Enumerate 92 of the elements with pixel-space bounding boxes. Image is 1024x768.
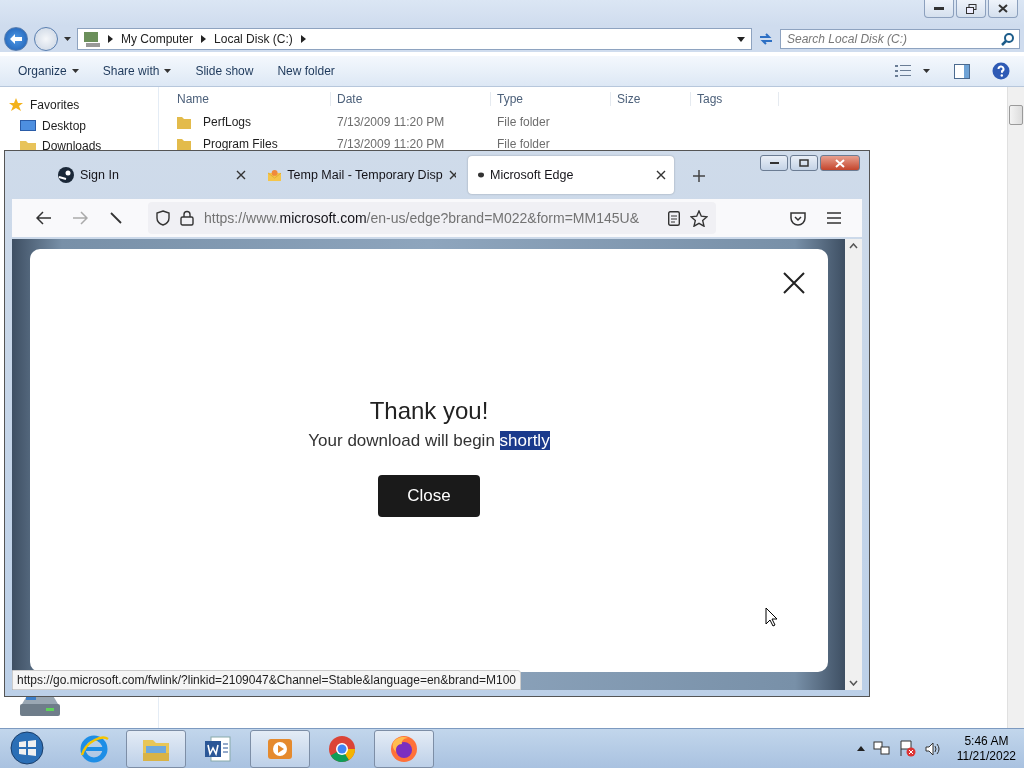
- document-icon: [205, 736, 231, 761]
- browser-tab[interactable]: Temp Mail - Temporary Disp: [258, 156, 464, 194]
- internet-explorer-icon: [80, 735, 109, 762]
- reader-view-icon[interactable]: [668, 210, 680, 226]
- star-icon: [8, 97, 24, 113]
- close-button[interactable]: Close: [378, 475, 480, 517]
- view-options-icon[interactable]: [895, 65, 911, 77]
- taskbar-app[interactable]: [374, 729, 434, 768]
- browser-tab[interactable]: Microsoft Edge: [468, 156, 674, 194]
- browser-tab[interactable]: Sign In: [48, 156, 254, 194]
- file-date: 7/13/2009 11:20 PM: [336, 115, 446, 129]
- mail-icon: [268, 167, 282, 183]
- lock-icon: [180, 210, 194, 226]
- nav-item[interactable]: Favorites: [8, 97, 158, 113]
- caret-icon[interactable]: [923, 69, 930, 73]
- chevron-icon: [201, 35, 207, 43]
- clock-date[interactable]: 11/21/2022: [956, 749, 1016, 763]
- status-url: https://go.microsoft.com/fwlink/?linkid=2109047&Channel=Stable&language=en&brand=M100: [12, 670, 521, 690]
- scroll-up-icon[interactable]: [849, 243, 858, 249]
- refresh-icon[interactable]: [758, 32, 774, 46]
- close-button[interactable]: [988, 0, 1018, 18]
- caret-icon[interactable]: [64, 37, 71, 41]
- scrollbar[interactable]: [1007, 87, 1024, 728]
- close-tab-icon[interactable]: [656, 170, 666, 180]
- column-header[interactable]: Type: [491, 92, 611, 106]
- search-field[interactable]: Search Local Disk (C:): [780, 29, 1020, 49]
- close-icon[interactable]: [782, 271, 806, 295]
- chevron-icon: [108, 35, 113, 43]
- chevron-icon: [300, 35, 306, 43]
- desktop-icon: [20, 119, 36, 133]
- caret-icon[interactable]: [737, 36, 745, 42]
- taskbar-app[interactable]: [250, 729, 310, 768]
- caret-icon: [71, 69, 79, 73]
- breadcrumb-item[interactable]: Local Disk (C:): [214, 32, 293, 46]
- file-name[interactable]: Program Files: [197, 137, 278, 151]
- close-button[interactable]: [820, 155, 860, 171]
- cursor-icon: [765, 607, 778, 627]
- minimize-icon: [769, 161, 779, 165]
- forward-button[interactable]: [34, 27, 58, 51]
- close-icon: [998, 4, 1008, 13]
- speaker-icon[interactable]: [924, 741, 941, 756]
- arrow-icon: [10, 34, 22, 44]
- back-button[interactable]: [4, 27, 28, 51]
- toolbar-button[interactable]: Organize: [8, 60, 89, 82]
- star-icon[interactable]: [690, 209, 708, 227]
- file-date: 7/13/2009 11:20 PM: [336, 137, 446, 151]
- restore-icon: [965, 3, 977, 14]
- restore-button[interactable]: [956, 0, 986, 18]
- column-header[interactable]: Date: [331, 92, 491, 106]
- play-icon: [268, 738, 292, 759]
- firefox-icon: [391, 735, 417, 762]
- caret-icon: [164, 69, 172, 73]
- file-type: File folder: [496, 137, 551, 151]
- computer-icon: [84, 31, 100, 47]
- address-bar[interactable]: My Computer Local Disk (C:): [77, 28, 752, 50]
- breadcrumb-item[interactable]: My Computer: [121, 32, 194, 46]
- flag-icon[interactable]: [898, 740, 917, 757]
- column-header[interactable]: Name: [171, 92, 331, 106]
- column-header[interactable]: Size: [611, 92, 691, 106]
- folder-icon: [177, 115, 191, 129]
- close-tab-icon[interactable]: [236, 170, 246, 180]
- toolbar-button[interactable]: Slide show: [185, 60, 264, 82]
- preview-pane-icon[interactable]: [954, 63, 970, 79]
- close-tab-icon[interactable]: [448, 170, 456, 180]
- search-icon[interactable]: [1001, 33, 1014, 46]
- dot-icon: [478, 172, 484, 178]
- close-icon: [835, 158, 845, 168]
- minimize-icon: [934, 6, 944, 11]
- toolbar-button[interactable]: New folder: [267, 60, 345, 82]
- scrollbar[interactable]: [845, 239, 862, 690]
- steam-icon: [58, 167, 74, 183]
- toolbar-button[interactable]: Share with: [92, 60, 182, 82]
- chrome-icon: [329, 735, 355, 762]
- minimize-button[interactable]: [760, 155, 788, 171]
- shield-icon: [156, 210, 170, 226]
- url-text: https://www.microsoft.com/en-us/edge?brand=M022&form=MM145U&: [204, 210, 640, 226]
- maximize-icon: [799, 159, 809, 167]
- file-name[interactable]: PerfLogs: [197, 115, 252, 129]
- dialog-message: Your download will begin shortly: [308, 431, 550, 451]
- nav-item[interactable]: Desktop: [8, 119, 158, 133]
- help-icon[interactable]: [992, 62, 1010, 80]
- dialog-title: Thank you!: [369, 397, 489, 425]
- clock-time[interactable]: 5:46 AM: [964, 734, 1009, 748]
- minimize-button[interactable]: [924, 0, 954, 18]
- show-hidden-icons-icon[interactable]: [856, 746, 865, 751]
- network-icon[interactable]: [872, 740, 891, 757]
- file-type: File folder: [496, 115, 551, 129]
- url-field[interactable]: https://www.microsoft.com/en-us/edge?brand=M022&form=MM145U&: [148, 202, 716, 234]
- maximize-button[interactable]: [790, 155, 818, 171]
- scroll-down-icon[interactable]: [849, 680, 858, 686]
- column-header[interactable]: Tags: [691, 92, 779, 106]
- folder-icon: [143, 739, 169, 761]
